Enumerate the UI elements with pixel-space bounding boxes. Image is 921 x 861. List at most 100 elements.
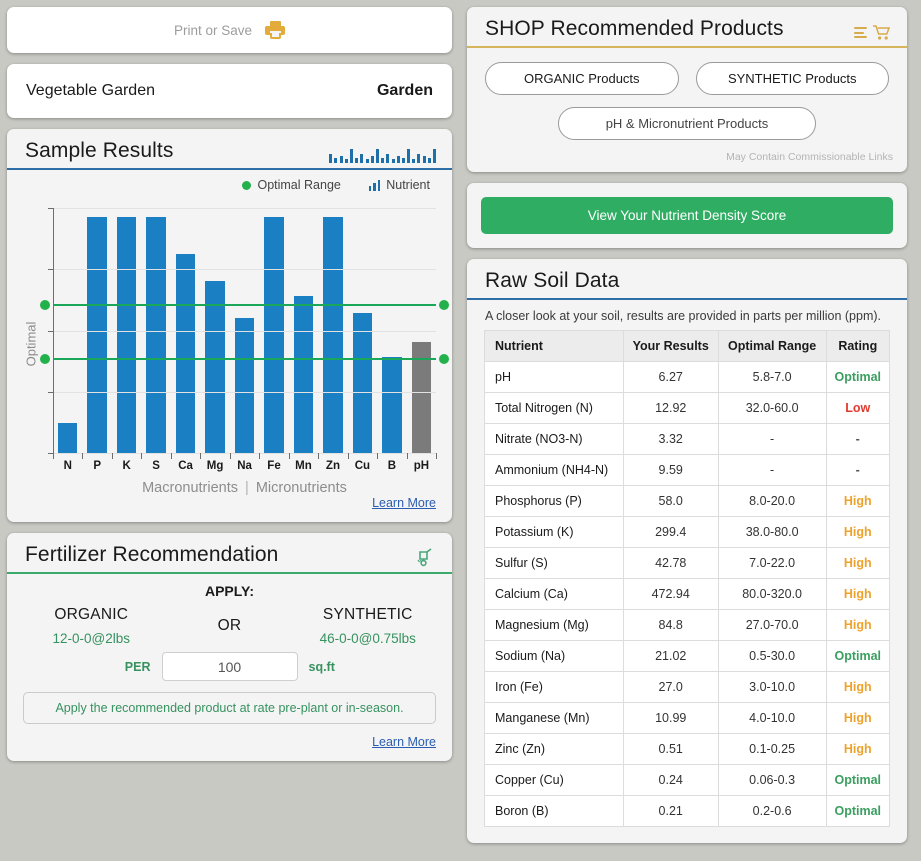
apply-label: APPLY: — [204, 583, 254, 599]
raw-soil-subtitle: A closer look at your soil, results are … — [485, 309, 881, 323]
shop-header-icons[interactable] — [854, 24, 891, 41]
chart-x-label: pH — [413, 460, 430, 472]
raw-soil-header: Raw Soil Data — [467, 259, 907, 300]
legend-label: Optimal Range — [257, 178, 341, 192]
cell-nutrient: Manganese (Mn) — [484, 702, 624, 734]
raw-soil-title: Raw Soil Data — [485, 269, 620, 292]
synthetic-products-button[interactable]: SYNTHETIC Products — [695, 62, 889, 95]
cell-nutrient: Sodium (Na) — [484, 640, 624, 672]
chart-x-tick — [377, 453, 379, 459]
macronutrients-label: Macronutrients — [142, 480, 238, 496]
organic-products-button[interactable]: ORGANIC Products — [485, 62, 679, 95]
chart-x-label: Cu — [354, 460, 371, 472]
synthetic-rate: 46-0-0@0.75lbs — [319, 631, 416, 646]
table-row: Nitrate (NO3-N) 3.32- - — [484, 423, 891, 455]
green-dot-icon — [242, 180, 252, 190]
cell-optimal-range: 0.1-0.25 — [717, 733, 827, 765]
cell-optimal-range: - — [717, 454, 827, 486]
cell-nutrient: Nitrate (NO3-N) — [484, 423, 624, 455]
view-nutrient-density-score-button[interactable]: View Your Nutrient Density Score — [481, 197, 893, 234]
shop-header: SHOP Recommended Products — [467, 7, 907, 48]
printer-icon[interactable] — [265, 21, 286, 39]
chart-x-label: Mg — [206, 460, 224, 472]
chart-x-tick — [200, 453, 202, 459]
bar-chart-icon — [329, 141, 436, 163]
shop-title: SHOP Recommended Products — [485, 17, 784, 40]
chart-bar — [352, 312, 373, 453]
cell-nutrient: Magnesium (Mg) — [484, 609, 624, 641]
ph-micronutrient-products-button[interactable]: pH & Micronutrient Products — [558, 107, 816, 140]
print-or-save-bar[interactable]: Print or Save — [7, 7, 452, 53]
optimal-lower-line — [40, 354, 449, 365]
table-row: Zinc (Zn) 0.51 0.1-0.25 High — [484, 733, 891, 765]
learn-more-link[interactable]: Learn More — [372, 496, 436, 510]
cell-optimal-range: 7.0-22.0 — [717, 547, 827, 579]
print-or-save-label: Print or Save — [173, 22, 253, 38]
learn-more-link[interactable]: Learn More — [372, 735, 436, 749]
chart-x-tick — [406, 453, 408, 459]
chart-x-label: S — [152, 460, 160, 472]
chart-x-label: Zn — [325, 460, 340, 472]
chart-y-tick — [48, 269, 54, 271]
raw-soil-table: Nutrient Your Results Optimal Range Rating … — [484, 330, 891, 827]
cell-your-results: 9.59 — [622, 454, 719, 486]
chart-bar — [87, 216, 107, 453]
fertilizer-body: APPLY: ORGANIC 12-0-0@2lbs OR SYNTHETIC … — [7, 574, 452, 724]
synthetic-header: SYNTHETIC — [322, 606, 413, 623]
synthetic-column: SYNTHETIC 46-0-0@0.75lbs — [298, 606, 439, 646]
area-input[interactable] — [161, 652, 298, 681]
cell-your-results: 42.78 — [622, 547, 719, 579]
cell-nutrient: Calcium (Ca) — [484, 578, 624, 610]
chart-x-tick — [229, 453, 231, 459]
cell-rating: High — [825, 609, 891, 641]
fertilizer-footer: Learn More — [7, 724, 452, 761]
cell-nutrient: Phosphorus (P) — [484, 485, 624, 517]
chart-x-tick — [170, 453, 172, 459]
garden-identity-bar: Vegetable Garden Garden — [7, 64, 452, 118]
cell-rating: Optimal — [825, 795, 891, 827]
table-row: Potassium (K) 299.4 38.0-80.0 High — [484, 516, 891, 548]
chart-y-axis-label: Optimal — [23, 321, 39, 367]
per-label: PER — [124, 659, 151, 674]
chart-x-tick — [111, 453, 113, 459]
chart-x-label: B — [387, 460, 397, 472]
organic-column: ORGANIC 12-0-0@2lbs — [21, 606, 162, 646]
left-column: Print or Save Vegetable Garden Garden Sa… — [0, 0, 460, 861]
chart-x-tick — [53, 453, 54, 459]
cell-optimal-range: 8.0-20.0 — [717, 485, 827, 517]
shopping-cart-icon[interactable] — [872, 24, 891, 41]
cell-nutrient: Zinc (Zn) — [484, 733, 624, 765]
chart-x-label: N — [63, 460, 72, 472]
chart-bar — [293, 295, 314, 453]
cell-optimal-range: 4.0-10.0 — [717, 702, 827, 734]
organic-header: ORGANIC — [54, 606, 129, 623]
optimal-range-endpoint — [40, 299, 50, 310]
table-row: Magnesium (Mg) 84.8 27.0-70.0 High — [484, 609, 891, 641]
cell-nutrient: Sulfur (S) — [484, 547, 624, 579]
table-row: Copper (Cu) 0.24 0.06-0.3 Optimal — [484, 764, 891, 796]
chart-bar — [175, 253, 196, 453]
fertilizer-header: Fertilizer Recommendation — [7, 533, 452, 574]
chart-plot-area — [40, 208, 449, 459]
table-column-header: Nutrient — [484, 330, 624, 362]
chart-x-tick — [259, 453, 261, 459]
cell-optimal-range: 0.2-0.6 — [717, 795, 827, 827]
table-row: Iron (Fe) 27.0 3.0-10.0 High — [484, 671, 891, 703]
chart-x-label: Ca — [178, 460, 193, 472]
micronutrients-label: Micronutrients — [255, 480, 347, 496]
or-column: OR — [162, 617, 298, 635]
legend-optimal-range: Optimal Range — [242, 178, 341, 192]
shop-buttons-row-1: ORGANIC Products SYNTHETIC Products — [485, 62, 889, 95]
chart-y-tick — [48, 208, 54, 209]
table-row: Sulfur (S) 42.78 7.0-22.0 High — [484, 547, 891, 579]
table-row: Manganese (Mn) 10.99 4.0-10.0 High — [484, 702, 891, 734]
shop-recommended-products-card: SHOP Recommended Products ORGANIC Produc… — [467, 7, 907, 172]
list-icon[interactable] — [854, 27, 867, 38]
cell-your-results: 0.51 — [622, 733, 719, 765]
chart-x-label: Mn — [295, 460, 312, 472]
organic-rate: 12-0-0@2lbs — [52, 631, 131, 646]
chart-group-labels: Macronutrients | Micronutrients — [53, 480, 436, 496]
table-row: Total Nitrogen (N) 12.92 32.0-60.0 Low — [484, 392, 891, 424]
shop-buttons-row-2: pH & Micronutrient Products — [485, 107, 889, 140]
or-label: OR — [217, 617, 242, 634]
